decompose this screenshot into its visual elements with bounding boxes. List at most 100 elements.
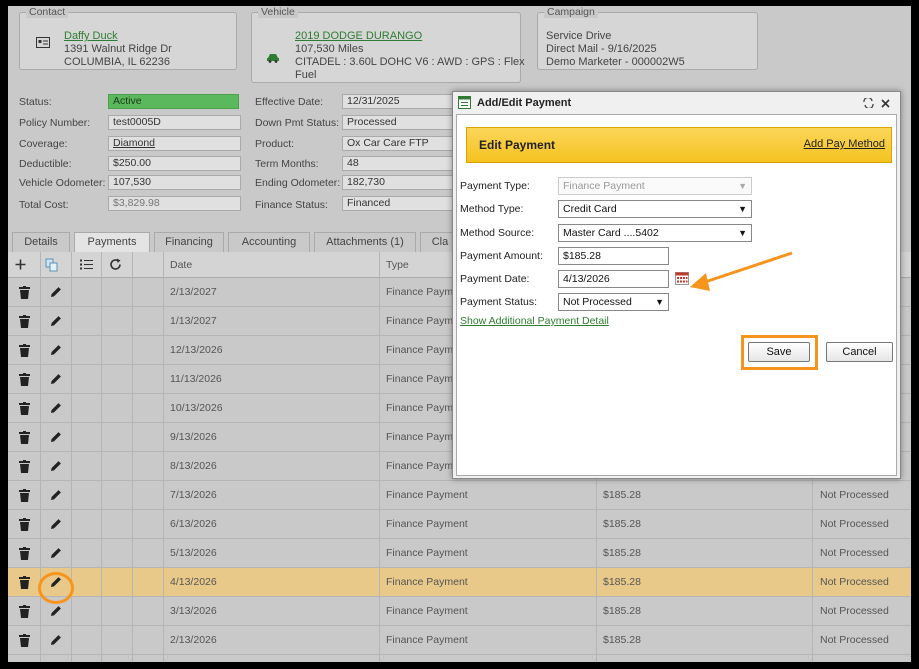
row-amount: $185.28 [603,605,641,617]
pencil-icon[interactable] [50,286,62,298]
tab-financing[interactable]: Financing [154,232,224,252]
row-date: 2/13/2027 [170,286,217,298]
table-row[interactable]: 7/13/2026 Finance Payment $185.28 Not Proce… [8,481,911,510]
trash-icon[interactable] [19,547,30,560]
row-type: Finance Payment [386,489,468,501]
pencil-icon[interactable] [50,373,62,385]
form-icon [458,96,471,109]
total-cost-label: Total Cost: [19,199,69,211]
trash-icon[interactable] [19,460,30,473]
table-row[interactable]: 6/13/2026 Finance Payment $185.28 Not Proce… [8,510,911,539]
contact-name-link[interactable]: Daffy Duck [64,30,118,42]
vehicle-odometer-label: Vehicle Odometer: [19,177,106,189]
method-source-select[interactable]: Master Card ....5402 ▼ [558,224,752,242]
pencil-icon[interactable] [50,460,62,472]
trash-icon[interactable] [19,431,30,444]
trash-icon[interactable] [19,402,30,415]
vehicle-name-link[interactable]: 2019 DODGE DURANGO [295,30,422,42]
policy-number-field: test0005D [108,115,241,130]
row-date: 10/13/2026 [170,402,223,414]
trash-icon[interactable] [19,373,30,386]
refresh-icon[interactable] [109,258,122,271]
trash-icon[interactable] [19,634,30,647]
method-source-label: Method Source: [460,227,535,239]
table-row[interactable]: 3/13/2026 Finance Payment $185.28 Not Proce… [8,597,911,626]
trash-icon[interactable] [19,344,30,357]
tab-attachments[interactable]: Attachments (1) [314,232,416,252]
payment-status-label: Payment Status: [460,296,538,308]
row-status: Not Processed [820,605,889,617]
campaign-box: Campaign Service Drive Direct Mail - 9/1… [537,6,758,70]
chevron-down-icon: ▼ [655,297,664,307]
chevron-down-icon: ▼ [738,204,747,214]
trash-icon[interactable] [19,576,30,589]
campaign-line1: Service Drive [546,30,612,42]
vehicle-miles: 107,530 Miles [295,43,364,55]
pencil-icon[interactable] [50,489,62,501]
status-badge: Active [108,94,239,109]
row-date: 4/13/2026 [170,576,217,588]
add-pay-method-link[interactable]: Add Pay Method [804,138,885,150]
pencil-icon[interactable] [50,431,62,443]
row-amount: $185.28 [603,634,641,646]
total-cost-field: $3,829.98 [108,196,241,211]
campaign-line2: Direct Mail - 9/16/2025 [546,43,657,55]
close-icon[interactable] [881,99,890,108]
payment-type-select[interactable]: Finance Payment ▼ [558,177,752,195]
restore-icon[interactable] [863,98,874,108]
trash-icon[interactable] [19,518,30,531]
trash-icon[interactable] [19,286,30,299]
grid-divider [101,252,102,662]
term-months-field: 48 [342,156,452,171]
vehicle-section-title: Vehicle [258,6,298,18]
pencil-icon[interactable] [50,634,62,646]
pencil-icon[interactable] [50,402,62,414]
dialog-body: Edit Payment Add Pay Method Payment Type… [456,114,897,476]
column-header-type[interactable]: Type [386,252,409,277]
table-row[interactable]: 5/13/2026 Finance Payment $185.28 Not Proce… [8,539,911,568]
pencil-icon[interactable] [50,547,62,559]
method-type-select[interactable]: Credit Card ▼ [558,200,752,218]
tab-payments[interactable]: Payments [74,232,150,253]
payment-date-input[interactable]: 4/13/2026 [558,270,669,288]
tab-details[interactable]: Details [12,232,70,252]
finance-status-label: Finance Status: [255,199,328,211]
vehicle-odometer-field: 107,530 [108,175,241,190]
trash-icon[interactable] [19,315,30,328]
trash-icon[interactable] [19,489,30,502]
table-row[interactable]: 2/13/2026 Finance Payment $185.28 Not Proce… [8,626,911,655]
edit-highlight-circle [38,572,74,604]
save-highlight [741,335,818,370]
tab-accounting[interactable]: Accounting [228,232,310,252]
pencil-icon[interactable] [50,518,62,530]
cancel-button[interactable]: Cancel [826,342,893,362]
pencil-icon[interactable] [50,315,62,327]
payment-status-select[interactable]: Not Processed ▼ [558,293,669,311]
add-icon[interactable] [15,259,26,270]
dialog-title-bar[interactable]: Add/Edit Payment [453,92,900,114]
table-row[interactable]: 4/13/2026 Finance Payment $185.28 Not Proce… [8,568,911,597]
grid-divider [40,252,41,662]
row-status: Not Processed [820,489,889,501]
add-edit-payment-dialog: Add/Edit Payment Edit Payment Add Pay Me… [452,91,901,479]
payment-type-label: Payment Type: [460,180,530,192]
row-type: Finance Payment [386,634,468,646]
copy-records-icon[interactable] [45,258,59,272]
column-header-date[interactable]: Date [170,252,192,277]
pencil-icon[interactable] [50,344,62,356]
row-status: Not Processed [820,518,889,530]
pencil-icon[interactable] [50,605,62,617]
deductible-label: Deductible: [19,158,72,170]
calendar-icon[interactable] [675,272,689,285]
show-additional-detail-link[interactable]: Show Additional Payment Detail [460,315,609,327]
banner-title: Edit Payment [479,138,556,152]
row-date: 9/13/2026 [170,431,217,443]
contact-box: Contact Daffy Duck 1391 Walnut Ridge Dr … [19,6,237,70]
list-icon[interactable] [80,259,93,270]
grid-divider [163,252,164,662]
product-label: Product: [255,138,295,150]
coverage-link[interactable]: Diamond [108,136,241,151]
trash-icon[interactable] [19,605,30,618]
payment-amount-input[interactable]: $185.28 [558,247,669,265]
campaign-line3: Demo Marketer - 000002W5 [546,56,685,68]
